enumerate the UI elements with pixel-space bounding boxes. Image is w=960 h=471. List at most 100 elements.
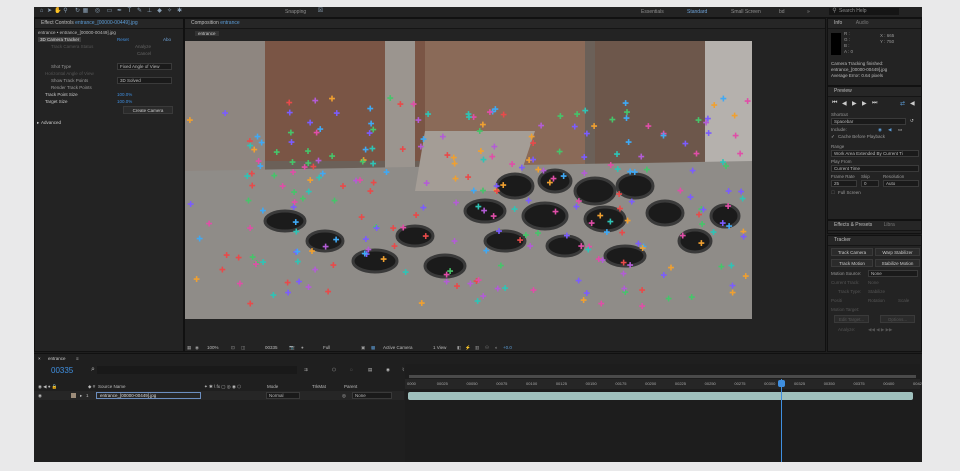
track-point-marker[interactable]: ✚ [517,236,524,245]
track-point-marker[interactable]: ✚ [305,187,312,196]
track-point-marker[interactable]: ✚ [358,213,365,222]
layer-expand-icon[interactable]: ▸ [80,393,82,399]
track-point-marker[interactable]: ✚ [609,116,616,125]
track-point-marker[interactable]: ✚ [737,150,744,159]
track-point-marker[interactable]: ✚ [300,194,307,203]
exposure-value[interactable]: +0.0 [503,345,512,350]
view-layout-dropdown[interactable]: 1 View [433,345,446,350]
track-point-marker[interactable]: ✚ [322,243,329,252]
track-point-marker[interactable]: ✚ [552,208,559,217]
track-point-marker[interactable]: ✚ [286,98,293,107]
track-point-marker[interactable]: ✚ [627,168,634,177]
workspace-overflow-icon[interactable]: » [807,9,810,15]
timeline-menu-icon[interactable]: ≡ [76,356,79,361]
track-point-marker[interactable]: ✚ [728,262,735,271]
track-point-marker[interactable]: ✚ [447,267,454,276]
current-track-value[interactable]: None [868,280,879,285]
track-motion-button[interactable]: Track Motion [831,259,873,267]
track-point-marker[interactable]: ✚ [420,204,427,213]
track-point-marker[interactable]: ✚ [247,300,254,309]
track-point-marker[interactable]: ✚ [599,256,606,265]
track-point-marker[interactable]: ✚ [289,158,296,167]
track-point-marker[interactable]: ✚ [581,153,588,162]
track-point-marker[interactable]: ✚ [260,258,267,267]
track-point-marker[interactable]: ✚ [511,205,518,214]
track-point-marker[interactable]: ✚ [444,151,451,160]
track-point-marker[interactable]: ✚ [454,282,461,291]
position-checkbox-label[interactable]: Positi [831,298,842,303]
resolution-dropdown[interactable]: Full [323,345,330,350]
toggle-pixel-icon[interactable]: ◧ [457,345,461,351]
timeline-tab[interactable]: entrance [48,356,66,361]
options-button[interactable]: Options... [880,315,915,323]
workspace-bd[interactable]: bd [779,9,785,15]
current-time-indicator[interactable] [781,379,782,462]
track-point-marker[interactable]: ✚ [689,166,696,175]
track-camera-button[interactable]: Track Camera [831,248,873,256]
track-point-marker[interactable]: ✚ [397,100,404,109]
track-point-marker[interactable]: ✚ [491,142,498,151]
track-point-marker[interactable]: ✚ [329,152,336,161]
track-point-marker[interactable]: ✚ [557,112,564,121]
track-point-marker[interactable]: ✚ [402,268,409,277]
track-point-marker[interactable]: ✚ [583,289,590,298]
track-point-marker[interactable]: ✚ [604,228,611,237]
composition-viewer[interactable]: ✚ ✚ ✚ ✚ ✚ ✚ ✚ ✚ ✚ ✚ ✚ ✚ ✚ ✚ ✚ ✚ ✚ ✚ ✚ ✚ ✚ ✚ ✚ ✚ ✚ ✚ ✚ ✚ ✚ ✚ ✚ ✚ ✚ ✚ ✚ ✚ ✚ ✚ ✚ ✚… [185,41,752,319]
track-point-marker[interactable]: ✚ [490,212,497,221]
track-point-marker[interactable]: ✚ [330,261,337,270]
pan-behind-icon[interactable]: ◎ [94,8,101,15]
zoom-tool-icon[interactable]: ⚲ [62,8,69,15]
track-point-marker[interactable]: ✚ [695,116,702,125]
track-point-marker[interactable]: ✚ [187,200,194,209]
track-point-marker[interactable]: ✚ [622,99,629,108]
source-name-header[interactable]: Source Name [98,384,126,389]
track-point-marker[interactable]: ✚ [500,181,507,190]
show-channel-icon[interactable]: ● [301,345,304,350]
track-point-marker[interactable]: ✚ [705,129,712,138]
cancel-button[interactable]: Cancel [137,51,151,56]
track-point-marker[interactable]: ✚ [731,111,738,120]
track-point-marker[interactable]: ✚ [363,235,370,244]
track-point-marker[interactable]: ✚ [623,114,630,123]
layer-name-field[interactable]: entrance_[00000-00449].jpg [96,392,201,399]
track-point-marker[interactable]: ✚ [333,109,340,118]
track-point-marker[interactable]: ✚ [410,100,417,109]
track-point-marker[interactable]: ✚ [665,294,672,303]
track-point-marker[interactable]: ✚ [496,227,503,236]
track-point-marker[interactable]: ✚ [556,147,563,156]
timeline-timecode[interactable]: 00335 [51,366,73,375]
track-point-marker[interactable]: ✚ [193,275,200,284]
track-point-marker[interactable]: ✚ [305,147,312,156]
play-icon[interactable]: ▶ [852,100,857,107]
camera-view-dropdown[interactable]: Active Camera [383,345,413,350]
track-point-marker[interactable]: ✚ [387,94,394,103]
track-point-marker[interactable]: ✚ [380,255,387,264]
track-point-marker[interactable]: ✚ [597,211,604,220]
track-point-marker[interactable]: ✚ [307,176,314,185]
track-point-marker[interactable]: ✚ [638,153,645,162]
track-point-marker[interactable]: ✚ [307,119,314,128]
track-point-marker[interactable]: ✚ [245,196,252,205]
track-point-marker[interactable]: ✚ [527,242,534,251]
track-point-marker[interactable]: ✚ [729,282,736,291]
track-point-marker[interactable]: ✚ [291,188,298,197]
track-point-marker[interactable]: ✚ [530,286,537,295]
shortcut-dropdown[interactable]: Spacebar [831,118,906,125]
motion-source-dropdown[interactable]: None [868,270,918,277]
audio-toggle-icon[interactable]: ◀ [910,100,915,107]
libraries-tab[interactable]: Libra [884,222,895,228]
track-point-marker[interactable]: ✚ [357,176,364,185]
shot-type-dropdown[interactable]: Fixed Angle of View [117,63,172,70]
track-point-marker[interactable]: ✚ [325,287,332,296]
track-point-marker[interactable]: ✚ [452,175,459,184]
eraser-icon[interactable]: ◆ [156,8,163,15]
track-point-marker[interactable]: ✚ [451,160,458,169]
track-point-marker[interactable]: ✚ [502,284,509,293]
track-point-marker[interactable]: ✚ [295,258,302,267]
track-point-marker[interactable]: ✚ [415,116,422,125]
track-point-marker[interactable]: ✚ [288,138,295,147]
timeline-graph-area[interactable]: 0000 00025 00050 00075 00100 00125 00150 00175 0… [405,364,922,462]
transparency-grid-icon[interactable]: ▩ [371,345,375,351]
track-point-marker[interactable]: ✚ [742,272,749,281]
track-point-marker[interactable]: ✚ [305,283,312,292]
